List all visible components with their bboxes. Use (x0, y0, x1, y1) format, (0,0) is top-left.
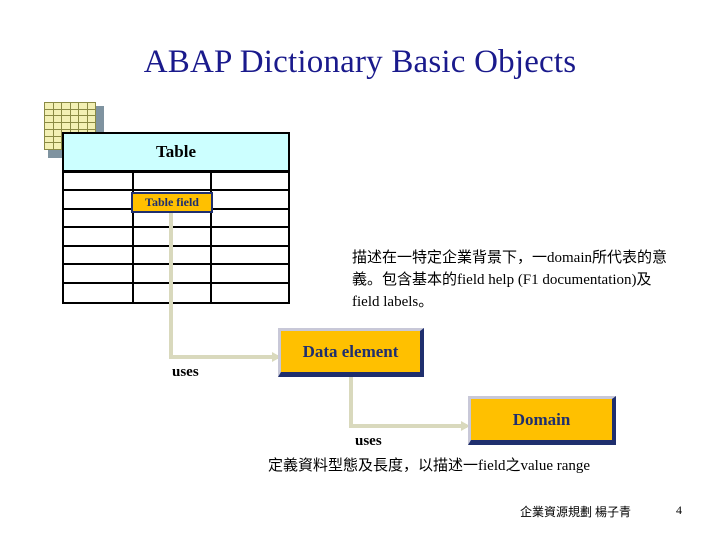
grid-cell (79, 103, 87, 109)
data-element-label: Data element (302, 341, 399, 361)
grid-cell (79, 123, 87, 129)
uses-label-data-element-to-domain: uses (355, 433, 382, 449)
grid-cell (87, 103, 95, 109)
table-cell (212, 284, 288, 302)
grid-cell (53, 143, 61, 149)
table-field-label: Table field (145, 195, 199, 209)
table-cell (212, 210, 288, 226)
grid-cell (62, 109, 70, 116)
grid-cell (53, 136, 61, 143)
table-cell (64, 265, 134, 282)
connector-table-field-vertical (169, 213, 173, 358)
domain-label: Domain (512, 409, 571, 429)
connector-data-element-horizontal (349, 424, 467, 428)
grid-cell (45, 109, 53, 116)
grid-cell (45, 143, 53, 149)
table-cell (134, 228, 212, 245)
table-cell (64, 191, 134, 208)
connector-data-element-vertical (349, 376, 353, 428)
connector-table-field-horizontal (169, 355, 279, 359)
grid-cell (53, 103, 61, 109)
data-element-box: Data element (278, 328, 424, 377)
table-cell (212, 173, 288, 189)
grid-cell (45, 123, 53, 129)
table-cell (134, 283, 212, 302)
grid-cell (62, 103, 70, 109)
table-row (64, 246, 288, 266)
table-row (64, 265, 288, 284)
table-field-badge: Table field (131, 192, 213, 213)
uses-label-table-to-data-element: uses (172, 364, 199, 380)
table-cell (64, 228, 134, 245)
footer-course-label: 企業資源規劃 楊子青 (520, 505, 632, 519)
grid-cell (87, 109, 95, 116)
grid-cell (62, 116, 70, 123)
grid-cell (53, 129, 61, 136)
footer-page-number: 4 (676, 503, 682, 517)
table-cell (212, 228, 288, 244)
grid-cell (53, 123, 61, 129)
table-cell (134, 265, 212, 282)
table-cell (64, 283, 134, 302)
grid-cell (53, 109, 61, 116)
domain-description: 定義資料型態及長度，以描述一field之value range (268, 458, 591, 474)
grid-cell (70, 109, 78, 116)
grid-cell (70, 123, 78, 129)
table-cell (212, 191, 288, 207)
grid-cell (87, 123, 95, 129)
table-cell (64, 246, 134, 264)
table-header-box: Table (62, 132, 290, 172)
table-cell (212, 265, 288, 281)
table-cell (212, 247, 288, 263)
table-row (64, 173, 288, 192)
grid-cell (53, 116, 61, 123)
grid-cell (79, 116, 87, 123)
table-grid (62, 171, 290, 304)
table-cell (64, 209, 134, 227)
grid-cell (45, 116, 53, 123)
slide-canvas: ABAP Dictionary Basic Objects Table Tabl… (0, 0, 720, 540)
table-cell (64, 173, 134, 190)
table-cell (134, 173, 212, 190)
data-element-description: 描述在一特定企業背景下，一domain所代表的意義。包含基本的field hel… (352, 250, 667, 310)
grid-cell (45, 136, 53, 143)
grid-cell (87, 116, 95, 123)
page-title: ABAP Dictionary Basic Objects (143, 44, 577, 80)
domain-box: Domain (468, 396, 616, 445)
table-header-label: Table (155, 142, 196, 161)
grid-cell (79, 109, 87, 116)
table-cell (134, 246, 212, 264)
table-row (64, 228, 288, 247)
grid-cell (45, 103, 53, 109)
grid-cell (62, 123, 70, 129)
grid-cell (70, 103, 78, 109)
table-row (64, 283, 288, 302)
grid-cell (70, 116, 78, 123)
grid-cell (45, 129, 53, 136)
